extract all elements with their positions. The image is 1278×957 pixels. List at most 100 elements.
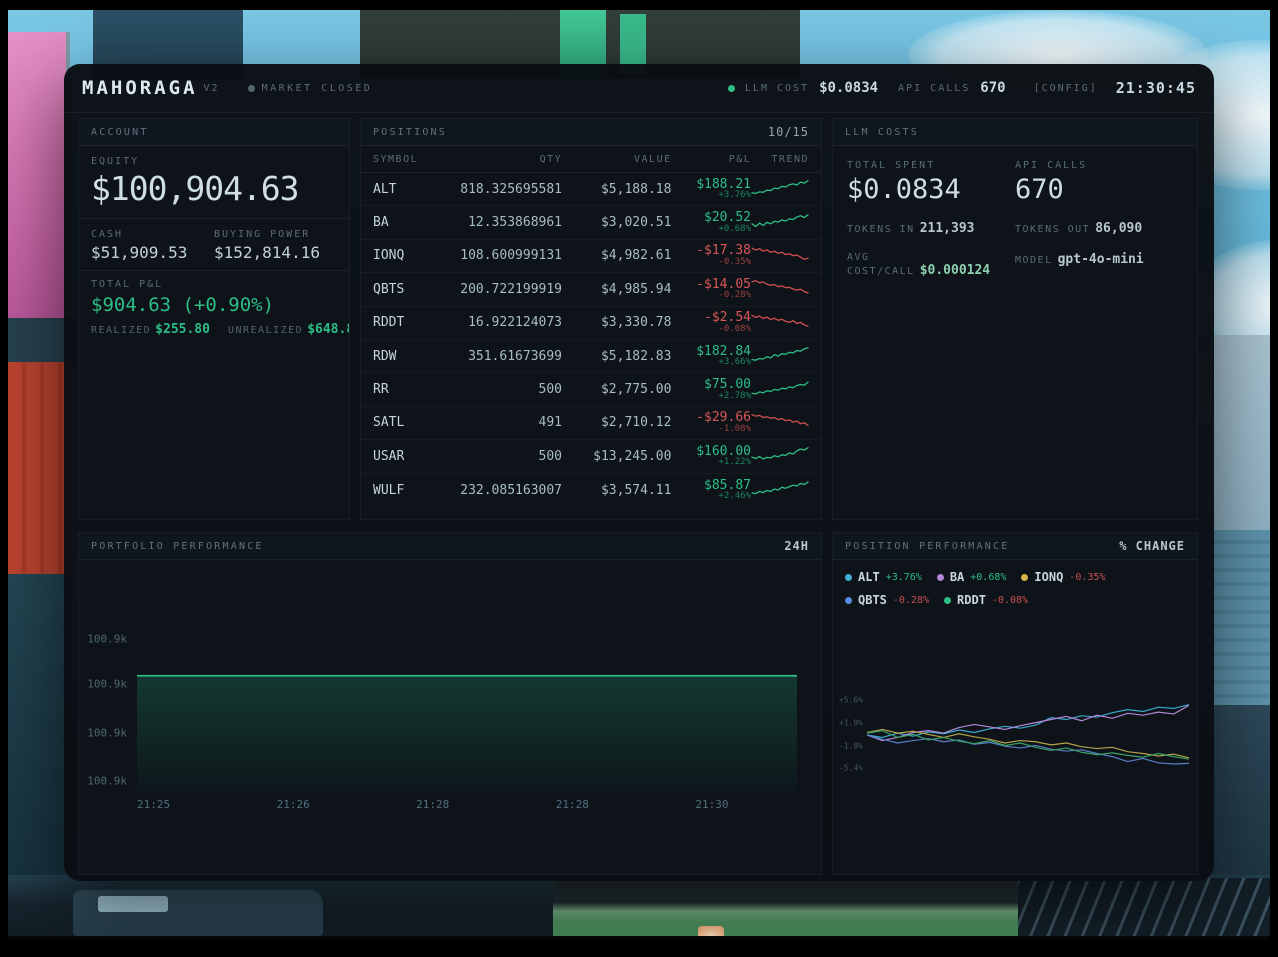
position-symbol: RDW: [373, 348, 397, 364]
position-row[interactable]: USAR 500 $13,245.00 $160.00 +1.22%: [361, 440, 821, 474]
position-pnl: $188.21 +3.76%: [671, 178, 751, 201]
total-pnl-label: TOTAL P&L: [91, 279, 164, 290]
legend-item-ionq[interactable]: IONQ -0.35%: [1021, 570, 1105, 584]
position-row[interactable]: RDW 351.61673699 $5,182.83 $182.84 +3.66…: [361, 340, 821, 374]
tokens-in: TOKENS IN 211,393: [847, 221, 1015, 236]
y-tick-label: -1.8%: [838, 741, 863, 751]
truck-window: [98, 896, 168, 912]
column-pnl: P&L: [728, 154, 752, 165]
position-value: $3,020.51: [600, 215, 672, 231]
position-perf-panel-title: POSITION PERFORMANCE: [845, 540, 1010, 552]
position-trend-sparkline: [751, 312, 809, 334]
position-row[interactable]: RR 500 $2,775.00 $75.00 +2.78%: [361, 373, 821, 407]
position-row[interactable]: WULF 232.085163007 $3,574.11 $85.87 +2.4…: [361, 474, 821, 507]
rail-tracks: [1018, 878, 1270, 940]
position-trend-sparkline: [751, 379, 809, 401]
column-value: VALUE: [634, 154, 672, 165]
position-pnl-pct: -1.08%: [718, 424, 751, 435]
portfolio-range-badge: 24H: [784, 539, 809, 553]
position-trend-sparkline: [751, 445, 809, 467]
legend-pct: -0.08%: [991, 594, 1029, 606]
position-performance-chart: ALT +3.76% BA +0.68% IONQ -0.35% QBTS -0.28% RDD…: [833, 560, 1197, 874]
realized-pnl: REALIZED $255.80: [91, 322, 210, 337]
tokens-out-value: 86,090: [1095, 221, 1143, 236]
position-pnl: $75.00 +2.78%: [671, 378, 751, 401]
account-panel-title: ACCOUNT: [91, 126, 149, 138]
legend-symbol: ALT: [858, 570, 880, 584]
position-pnl: -$2.54 -0.08%: [671, 311, 751, 334]
building: [8, 574, 72, 904]
legend-pct: +0.68%: [970, 571, 1007, 583]
column-symbol: SYMBOL: [373, 154, 419, 165]
x-tick-label: 21:26: [276, 798, 310, 811]
avg-cost-value: $0.000124: [919, 263, 991, 278]
legend-item-rddt[interactable]: RDDT -0.08%: [944, 593, 1028, 607]
y-tick-label: -5.4%: [838, 763, 863, 773]
legend-item-qbts[interactable]: QBTS -0.28%: [845, 593, 929, 607]
legend-item-ba[interactable]: BA +0.68%: [936, 570, 1007, 584]
position-pnl-pct: +1.22%: [718, 457, 751, 468]
position-pnl: $182.84 +3.66%: [671, 344, 751, 368]
equity-label: EQUITY: [91, 156, 140, 167]
position-symbol: WULF: [373, 482, 405, 498]
building: [1212, 530, 1270, 710]
market-status-label: MARKET CLOSED: [261, 82, 373, 94]
legend-symbol: QBTS: [858, 593, 887, 607]
y-tick-label: +1.9%: [838, 718, 863, 728]
tokens-out-label: TOKENS OUT: [1015, 224, 1091, 235]
position-pnl-value: $160.00: [696, 443, 751, 459]
position-value: $2,775.00: [600, 382, 672, 398]
position-row[interactable]: IONQ 108.600999131 $4,982.61 -$17.38 -0.…: [361, 240, 821, 274]
legend-pct: -0.28%: [892, 594, 930, 606]
y-tick-label: 100.9k: [87, 774, 127, 788]
legend-dot-icon: [1021, 573, 1029, 581]
position-pnl-value: $188.21: [696, 176, 751, 192]
position-symbol: RR: [373, 382, 389, 398]
llm-cost-value: $0.0834: [819, 80, 879, 96]
bottom-bar: [8, 936, 1270, 940]
position-pnl-pct: +3.76%: [718, 190, 751, 201]
llm-api-calls-label: API CALLS: [1015, 160, 1088, 171]
position-qty: 818.325695581: [460, 181, 562, 197]
position-symbol: RDDT: [373, 315, 405, 331]
market-status: MARKET CLOSED: [247, 82, 373, 94]
positions-count: 10/15: [767, 125, 809, 139]
portfolio-chart: 100.9k 100.9k 100.9k 100.9k 21:25 21:26 21:28…: [79, 560, 821, 874]
position-row[interactable]: RDDT 16.922124073 $3,330.78 -$2.54 -0.08…: [361, 307, 821, 340]
position-pnl: -$17.38 -0.35%: [671, 244, 751, 267]
position-pnl-pct: +0.68%: [718, 223, 751, 234]
position-pnl-value: -$29.66: [696, 410, 751, 426]
llm-cost-label: LLM COST: [744, 82, 810, 94]
account-panel: ACCOUNT EQUITY $100,904.63 CASH $51,909.…: [78, 118, 350, 520]
positions-rows: ALT 818.325695581 $5,188.18 $188.21 +3.7…: [361, 173, 821, 507]
position-symbol: SATL: [373, 415, 405, 431]
legend-dot-icon: [944, 596, 952, 604]
position-row[interactable]: SATL 491 $2,710.12 -$29.66 -1.08%: [361, 407, 821, 441]
position-pnl-pct: +2.78%: [718, 390, 751, 401]
position-qty: 351.61673699: [468, 348, 562, 364]
legend-symbol: BA: [949, 570, 965, 584]
legend-item-alt[interactable]: ALT +3.76%: [845, 570, 922, 584]
y-tick-label: +5.6%: [838, 695, 863, 705]
position-row[interactable]: BA 12.353868961 $3,020.51 $20.52 +0.68%: [361, 206, 821, 240]
llm-cost-indicator-icon: [727, 84, 735, 92]
unrealized-pnl: UNREALIZED$648.83: [228, 322, 349, 337]
config-button[interactable]: [CONFIG]: [1034, 83, 1098, 94]
llm-costs-panel: LLM COSTS TOTAL SPENT $0.0834 API CALLS …: [832, 118, 1198, 520]
position-pnl-value: $85.87: [704, 477, 751, 493]
position-row[interactable]: QBTS 200.722199919 $4,985.94 -$14.05 -0.…: [361, 273, 821, 307]
y-tick-label: 100.9k: [87, 726, 127, 740]
column-trend: TREND: [771, 154, 809, 165]
total-pnl-value: $904.63 (+0.90%): [91, 294, 275, 316]
total-spent-label: TOTAL SPENT: [847, 160, 936, 171]
tokens-in-value: 211,393: [919, 221, 975, 236]
legend-dot-icon: [845, 573, 852, 581]
position-pnl-pct: +2.46%: [718, 491, 751, 502]
divider: [79, 270, 349, 271]
position-value: $4,985.94: [600, 281, 672, 297]
legend-symbol: IONQ: [1034, 570, 1064, 584]
pink-billboard: [8, 32, 70, 322]
position-qty: 12.353868961: [468, 215, 562, 231]
position-row[interactable]: ALT 818.325695581 $5,188.18 $188.21 +3.7…: [361, 173, 821, 207]
position-qty: 500: [538, 382, 562, 398]
